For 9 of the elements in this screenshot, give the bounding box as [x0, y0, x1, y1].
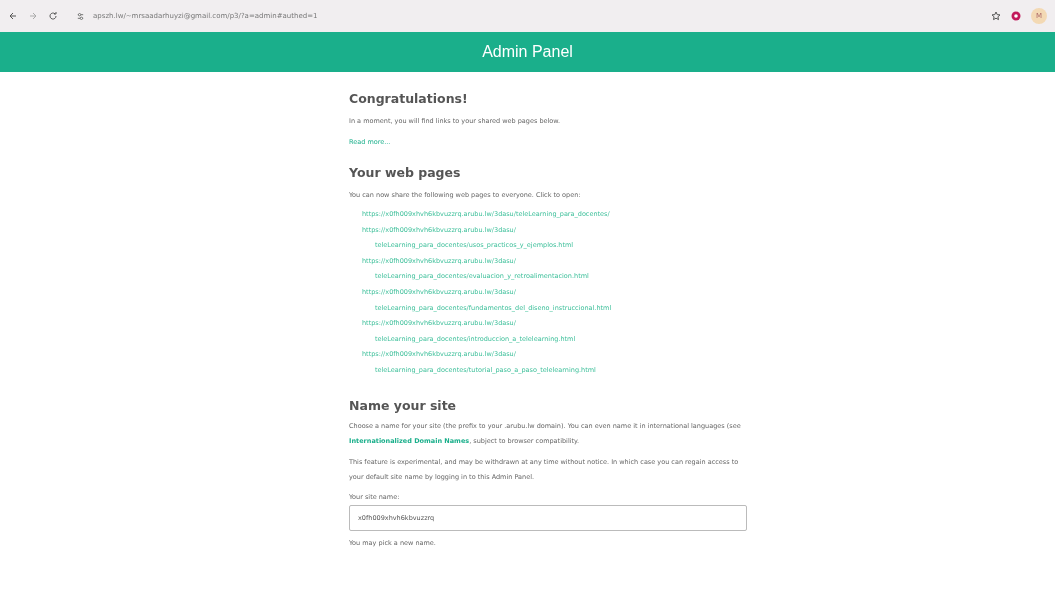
- section-heading: Your web pages: [349, 165, 461, 180]
- site-info-icon[interactable]: [76, 11, 85, 21]
- reload-icon[interactable]: [48, 11, 58, 21]
- section-heading: Name your site: [349, 397, 457, 413]
- star-icon[interactable]: [991, 11, 1001, 21]
- section-heading: Congratulations!: [349, 91, 468, 106]
- back-icon[interactable]: [8, 11, 18, 21]
- page-title: Admin Panel: [482, 43, 573, 61]
- extension-icon[interactable]: [1011, 11, 1021, 21]
